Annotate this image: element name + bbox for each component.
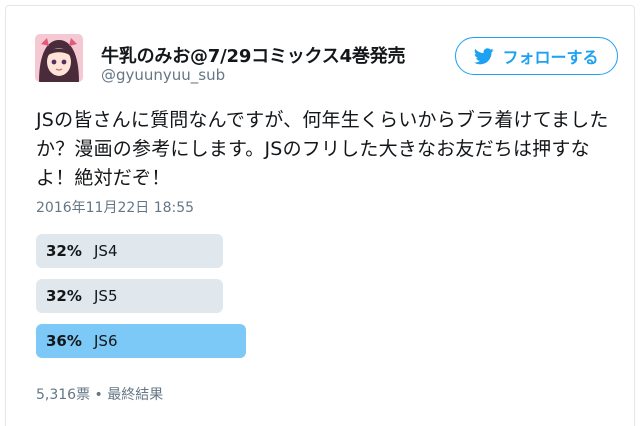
tweet-text: JSの皆さんに質問なんですが、何年生くらいからブラ着けてましたか？漫画の参考にし… [36, 109, 609, 189]
poll-option-label: JS6 [94, 332, 118, 350]
display-name[interactable]: 牛乳のみお@7/29コミックス4巻発売 [101, 42, 406, 68]
twitter-bird-icon [474, 47, 495, 65]
poll-footer: 5,316票 • 最終結果 [36, 387, 164, 403]
tweet-card: 牛乳のみお@7/29コミックス4巻発売 @gyuunyuu_sub フォローする… [5, 5, 635, 426]
poll-option-label: JS4 [94, 242, 118, 260]
poll-percent: 36% [46, 332, 82, 350]
tweet-timestamp[interactable]: 2016年11月22日 18:55 [36, 197, 194, 217]
follow-button-label: フォローする [502, 48, 599, 67]
poll-option-label: JS5 [94, 287, 118, 305]
poll-percent: 32% [46, 287, 82, 305]
user-handle[interactable]: @gyuunyuu_sub [101, 66, 225, 84]
poll: 32% JS4 32% JS5 36% JS6 [36, 234, 436, 369]
avatar[interactable] [35, 34, 83, 82]
poll-choice-3: 36% JS6 [36, 324, 436, 358]
poll-choice-1: 32% JS4 [36, 234, 436, 268]
poll-percent: 32% [46, 242, 82, 260]
poll-choice-2: 32% JS5 [36, 279, 436, 313]
follow-button[interactable]: フォローする [455, 37, 618, 75]
